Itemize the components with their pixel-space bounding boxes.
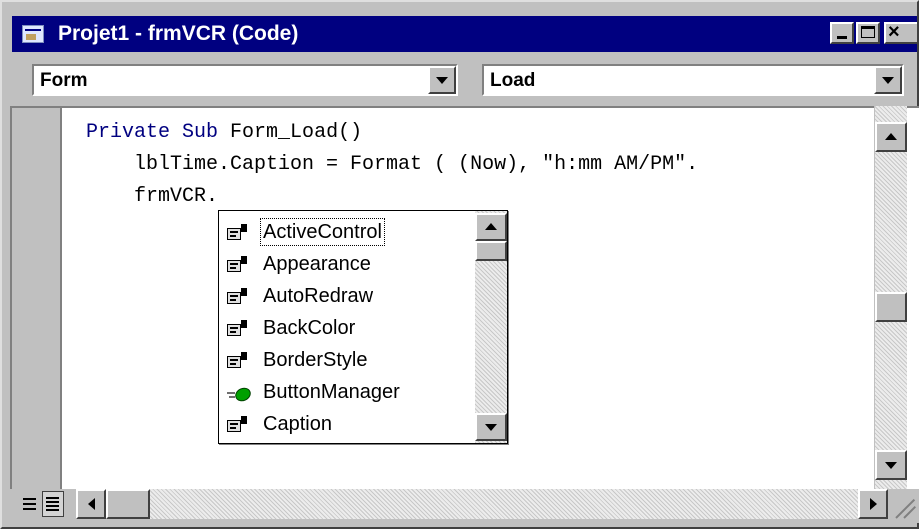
list-item[interactable]: ButtonManager xyxy=(225,377,475,407)
code-text: Form_Load() xyxy=(218,121,363,144)
object-dropdown-button[interactable] xyxy=(428,66,456,94)
list-item[interactable]: Appearance xyxy=(225,249,475,279)
procedure-dropdown-value: Load xyxy=(490,70,536,91)
list-item-label: AutoRedraw xyxy=(263,285,374,307)
scroll-up-button[interactable] xyxy=(875,122,907,152)
resize-grip-icon[interactable] xyxy=(888,489,917,519)
scroll-down-button[interactable] xyxy=(875,450,907,480)
close-icon: × xyxy=(888,21,900,43)
property-icon xyxy=(227,352,249,370)
list-item[interactable]: BackColor xyxy=(225,313,475,343)
code-line[interactable]: frmVCR. xyxy=(86,184,218,210)
list-item[interactable]: AutoRedraw xyxy=(225,281,475,311)
list-item[interactable]: BorderStyle xyxy=(225,345,475,375)
full-module-view-button[interactable] xyxy=(42,491,64,517)
autocomplete-list[interactable]: ActiveControl Appearance AutoRedraw Back… xyxy=(218,210,508,444)
title-bar[interactable]: Projet1 - frmVCR (Code) × xyxy=(12,16,917,52)
object-dropdown[interactable]: Form xyxy=(32,64,458,96)
arrow-down-icon xyxy=(885,462,897,469)
list-item-label: Appearance xyxy=(263,253,371,275)
procedure-dropdown[interactable]: Load xyxy=(482,64,904,96)
margin-indicator-bar[interactable] xyxy=(12,108,62,489)
code-window-icon[interactable] xyxy=(22,25,44,43)
window-title: Projet1 - frmVCR (Code) xyxy=(58,22,299,45)
property-icon xyxy=(227,416,249,434)
close-button[interactable]: × xyxy=(884,21,917,44)
minimize-button[interactable] xyxy=(830,22,854,44)
property-icon xyxy=(227,224,249,242)
list-scroll-up-button[interactable] xyxy=(475,213,507,241)
list-item-label: BackColor xyxy=(263,317,356,339)
scroll-right-button[interactable] xyxy=(858,489,888,519)
object-dropdown-value: Form xyxy=(40,70,88,91)
code-line[interactable]: Private Sub Form_Load() xyxy=(86,120,362,146)
list-scroll-down-button[interactable] xyxy=(475,413,507,441)
property-icon xyxy=(227,288,249,306)
maximize-button[interactable] xyxy=(856,22,880,44)
list-item-label: Caption xyxy=(263,413,332,435)
list-item[interactable]: Caption xyxy=(225,409,475,439)
keyword: Private xyxy=(86,121,171,144)
horizontal-scroll-thumb[interactable] xyxy=(106,489,150,519)
list-item-label: ButtonManager xyxy=(263,381,400,403)
arrow-left-icon xyxy=(88,498,95,510)
vertical-scroll-thumb[interactable] xyxy=(875,292,907,322)
chevron-down-icon xyxy=(882,77,894,84)
arrow-up-icon xyxy=(885,133,897,140)
scroll-left-button[interactable] xyxy=(76,489,106,519)
list-scrollbar[interactable] xyxy=(475,211,507,443)
arrow-up-icon xyxy=(485,223,497,230)
arrow-right-icon xyxy=(870,498,877,510)
object-icon xyxy=(227,384,253,404)
procedure-dropdown-button[interactable] xyxy=(874,66,902,94)
list-item-label: ActiveControl xyxy=(260,218,385,246)
list-scroll-thumb[interactable] xyxy=(475,241,507,261)
arrow-down-icon xyxy=(485,424,497,431)
list-item-label: BorderStyle xyxy=(263,349,368,371)
property-icon xyxy=(227,320,249,338)
horizontal-scrollbar[interactable] xyxy=(76,489,888,519)
chevron-down-icon xyxy=(436,77,448,84)
vertical-scrollbar[interactable] xyxy=(874,106,907,489)
procedure-view-button[interactable] xyxy=(20,491,42,517)
list-item[interactable]: ActiveControl xyxy=(225,217,475,247)
code-line[interactable]: lblTime.Caption = Format ( (Now), "h:mm … xyxy=(86,152,698,178)
property-icon xyxy=(227,256,249,274)
keyword: Sub xyxy=(182,121,219,144)
